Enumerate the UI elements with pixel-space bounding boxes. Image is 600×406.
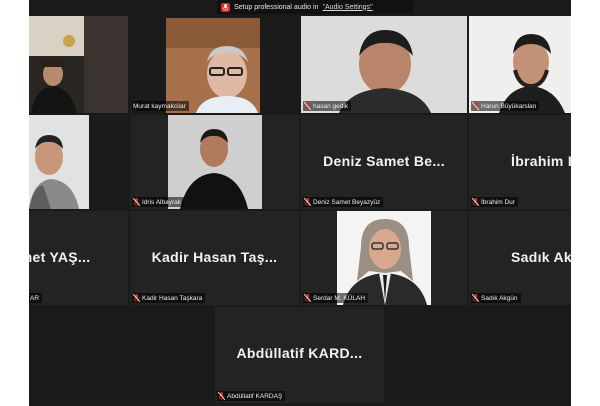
video-tile[interactable]: Abdüllatif KARD... Abdüllatif KARDAŞ xyxy=(215,307,384,403)
video-tile[interactable] xyxy=(29,115,128,209)
participant-label: Deniz Samet Beyazyüz xyxy=(303,197,384,207)
video-tile[interactable]: Harun Büyükarslan xyxy=(469,16,571,113)
participant-video xyxy=(301,16,467,113)
video-tile[interactable] xyxy=(29,16,128,113)
video-tile[interactable]: Sadık Akgi Sadık Akgün xyxy=(469,211,571,305)
video-tile[interactable]: Idris Albayrak xyxy=(130,115,299,209)
participant-label: Serdar M. KÜLAH xyxy=(303,293,369,303)
participant-video xyxy=(469,16,571,113)
video-tile[interactable]: Deniz Samet Be... Deniz Samet Beyazyüz xyxy=(301,115,467,209)
video-tile[interactable]: mmet YAŞ... AR xyxy=(29,211,128,305)
participant-name-display: Deniz Samet Be... xyxy=(323,152,445,169)
participant-label: Murat kaymakcilar xyxy=(132,101,189,111)
banner-text: Setup professional audio in xyxy=(234,3,319,11)
participant-name-display: Kadir Hasan Taş... xyxy=(151,248,278,265)
participant-name-display: mmet YAŞ... xyxy=(29,248,91,265)
mic-muted-icon xyxy=(304,198,311,206)
mic-muted-icon xyxy=(133,198,140,206)
participant-label: Idris Albayrak xyxy=(132,197,185,207)
participant-video xyxy=(301,211,467,305)
participant-label: Sadık Akgün xyxy=(471,293,521,303)
participant-name-display: İbrahim I xyxy=(511,152,571,169)
mic-muted-icon xyxy=(218,392,225,400)
video-tile[interactable]: hasan gedik xyxy=(301,16,467,113)
mic-muted-icon xyxy=(472,294,479,302)
video-tile[interactable]: Kadir Hasan Taş... Kadir Hasan Taşkara xyxy=(130,211,299,305)
mic-muted-icon xyxy=(133,294,140,302)
audio-settings-banner: Setup professional audio in "Audio Setti… xyxy=(217,0,413,14)
video-tile[interactable]: Serdar M. KÜLAH xyxy=(301,211,467,305)
participant-video xyxy=(130,16,299,113)
participant-label: Harun Büyükarslan xyxy=(471,101,540,111)
video-tile[interactable]: İbrahim I İbrahim Dur xyxy=(469,115,571,209)
participant-label: AR xyxy=(29,293,43,303)
mic-muted-icon xyxy=(472,102,479,110)
mic-muted-icon xyxy=(472,198,479,206)
participant-name-display: Abdüllatif KARD... xyxy=(236,345,363,362)
audio-settings-link[interactable]: "Audio Settings" xyxy=(322,4,372,11)
participant-video xyxy=(29,16,128,113)
participant-video xyxy=(130,115,299,209)
participant-name-display: Sadık Akgi xyxy=(511,248,571,265)
participant-label: İbrahim Dur xyxy=(471,197,518,207)
video-gallery: Murat kaymakcilar hasan gedik Harun Büyü… xyxy=(29,0,571,406)
mic-muted-icon xyxy=(304,294,311,302)
participant-label: Abdüllatif KARDAŞ xyxy=(217,391,286,401)
video-tile-active-speaker[interactable]: Murat kaymakcilar xyxy=(130,16,299,113)
mic-muted-icon xyxy=(304,102,311,110)
participant-video xyxy=(29,115,128,209)
mic-icon xyxy=(221,2,230,12)
participant-label: Kadir Hasan Taşkara xyxy=(132,293,206,303)
participant-label: hasan gedik xyxy=(303,101,352,111)
